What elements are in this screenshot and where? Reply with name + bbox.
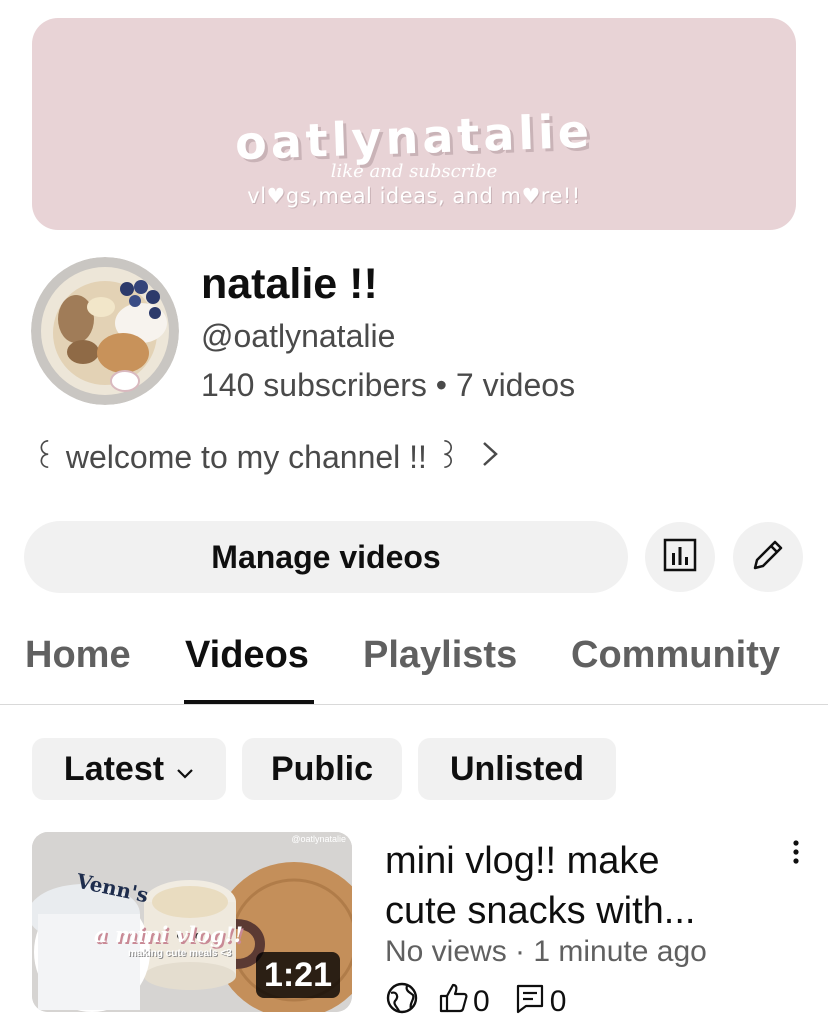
filter-unlisted[interactable]: Unlisted	[418, 738, 616, 800]
like-count: 0	[473, 985, 490, 1018]
video-title-line-1: mini vlog!! make	[385, 840, 660, 882]
banner-subtitle: like and subscribe	[330, 161, 498, 182]
more-options-icon[interactable]	[784, 838, 808, 868]
active-tab-indicator	[184, 700, 314, 704]
thumbnail-title: a mini vlog!!	[94, 922, 243, 947]
channel-description[interactable]: ꒰ welcome to my channel !! ꒱	[32, 437, 499, 477]
video-title-line-2: cute snacks with...	[385, 890, 696, 932]
video-meta: No views · 1 minute ago	[385, 935, 707, 968]
filter-latest-label: Latest	[63, 749, 165, 788]
video-stats: 0 0	[385, 982, 582, 1022]
thumbnail-subtitle: making cute meals <3	[128, 948, 232, 959]
tab-videos[interactable]: Videos	[185, 634, 309, 677]
chevron-right-icon	[481, 437, 499, 477]
channel-banner[interactable]: oatlynatalie like and subscribe vl♥gs,me…	[32, 18, 796, 230]
channel-stats: 140 subscribers • 7 videos	[201, 367, 576, 403]
filter-latest[interactable]: Latest	[32, 738, 226, 800]
channel-handle: @oatlynatalie	[201, 318, 396, 354]
tab-community[interactable]: Community	[571, 634, 780, 677]
analytics-button[interactable]	[645, 522, 715, 592]
analytics-icon	[662, 537, 698, 578]
banner-description: vl♥gs,meal ideas, and m♥re!!	[247, 184, 581, 208]
edit-channel-button[interactable]	[733, 522, 803, 592]
chevron-down-icon	[176, 750, 194, 789]
pencil-icon	[749, 536, 787, 579]
video-thumbnail[interactable]: Venn's @oatlynatalie a mini vlog!! makin…	[32, 832, 352, 1012]
channel-avatar[interactable]	[31, 257, 179, 405]
thumbnail-watermark: @oatlynatalie	[291, 834, 346, 844]
video-duration: 1:21	[255, 952, 340, 998]
globe-icon	[385, 981, 419, 1023]
like-icon	[437, 982, 469, 1022]
tab-home[interactable]: Home	[25, 634, 131, 677]
channel-name: natalie !!	[201, 260, 378, 308]
comment-count: 0	[549, 985, 567, 1018]
video-title[interactable]: mini vlog!! make cute snacks with...	[385, 836, 765, 936]
channel-tabs: Home Videos Playlists Community	[0, 618, 828, 705]
channel-description-text: ꒰ welcome to my channel !! ꒱	[32, 439, 461, 475]
comment-icon	[514, 982, 546, 1022]
filter-public[interactable]: Public	[242, 738, 402, 800]
tab-playlists[interactable]: Playlists	[363, 634, 517, 677]
manage-videos-button[interactable]: Manage videos	[24, 521, 628, 593]
